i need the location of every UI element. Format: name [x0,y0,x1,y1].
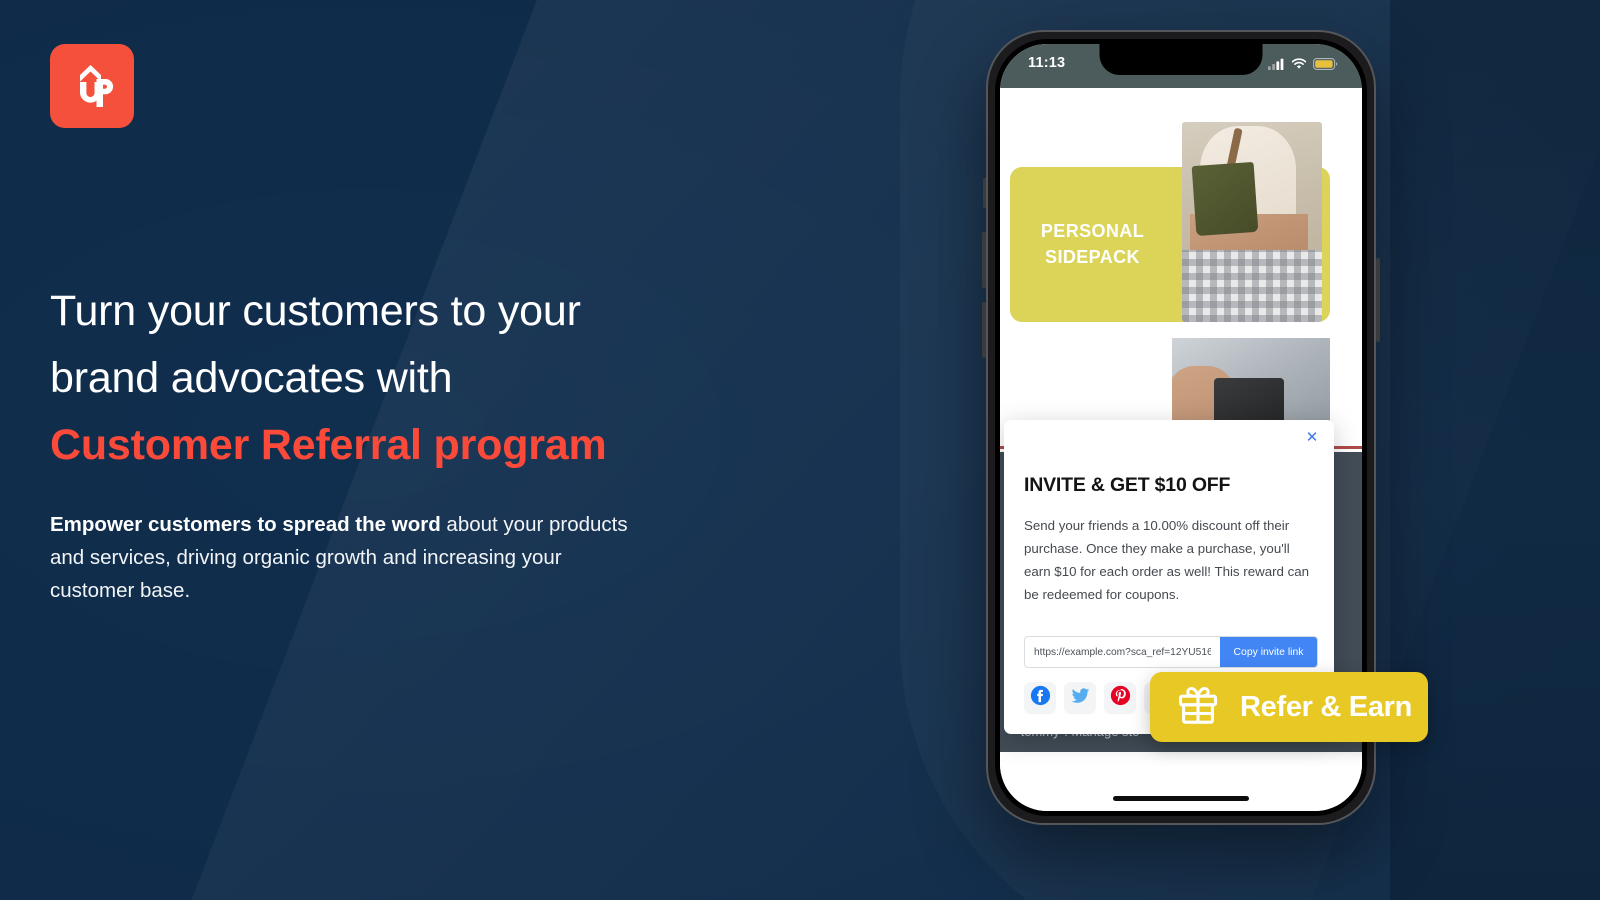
pinterest-icon [1110,685,1131,711]
phone-notch [1099,44,1263,75]
copy-invite-link-button[interactable]: Copy invite link [1220,637,1317,667]
refer-and-earn-button[interactable]: Refer & Earn [1150,672,1428,742]
phone-power-button[interactable] [1376,258,1380,342]
background-right-panel-shape [1390,0,1600,900]
headline-line-2: brand advocates with [50,354,453,403]
up-arrow-p-logo-icon [69,60,115,112]
hero-text-column: Turn your customers to your brand advoca… [50,0,750,900]
share-pinterest-button[interactable] [1104,682,1136,714]
twitter-icon [1070,685,1091,711]
modal-title: INVITE & GET $10 OFF [1024,474,1231,496]
invite-link-row: Copy invite link [1024,636,1318,668]
share-facebook-button[interactable] [1024,682,1056,714]
invite-link-input[interactable] [1025,637,1220,667]
promo-banner-card[interactable]: PERSONAL SIDEPACK [1010,122,1330,322]
facebook-icon [1030,685,1051,711]
promo-banner-title: PERSONAL SIDEPACK [1010,219,1175,270]
promo-title-line-1: PERSONAL [1040,220,1145,241]
subcopy-bold: Empower customers to spread the word [50,513,441,536]
refer-and-earn-label: Refer & Earn [1240,690,1413,723]
status-time: 11:13 [1028,55,1066,71]
hero-banner: Turn your customers to your brand advoca… [0,0,1600,900]
brand-logo [50,44,134,128]
headline-accent-line: Customer Referral program [50,421,607,470]
gift-icon [1172,679,1224,736]
close-icon[interactable]: ✕ [1304,430,1320,446]
headline-line-1: Turn your customers to your [50,287,581,335]
hero-subcopy: Empower customers to spread the word abo… [50,508,635,608]
battery-icon [1313,57,1338,75]
wifi-icon [1291,57,1307,75]
modal-description: Send your friends a 10.00% discount off … [1024,518,1310,603]
cellular-bars-icon [1268,57,1285,75]
article-heading-line-1: Why B [1046,748,1142,752]
hero-headline: Turn your customers to your brand advoca… [50,278,750,479]
promo-title-line-2: SIDEPACK [1045,246,1140,267]
share-twitter-button[interactable] [1064,682,1096,714]
promo-product-photo [1182,122,1322,322]
home-indicator[interactable] [1113,796,1249,801]
status-indicators [1268,57,1338,75]
